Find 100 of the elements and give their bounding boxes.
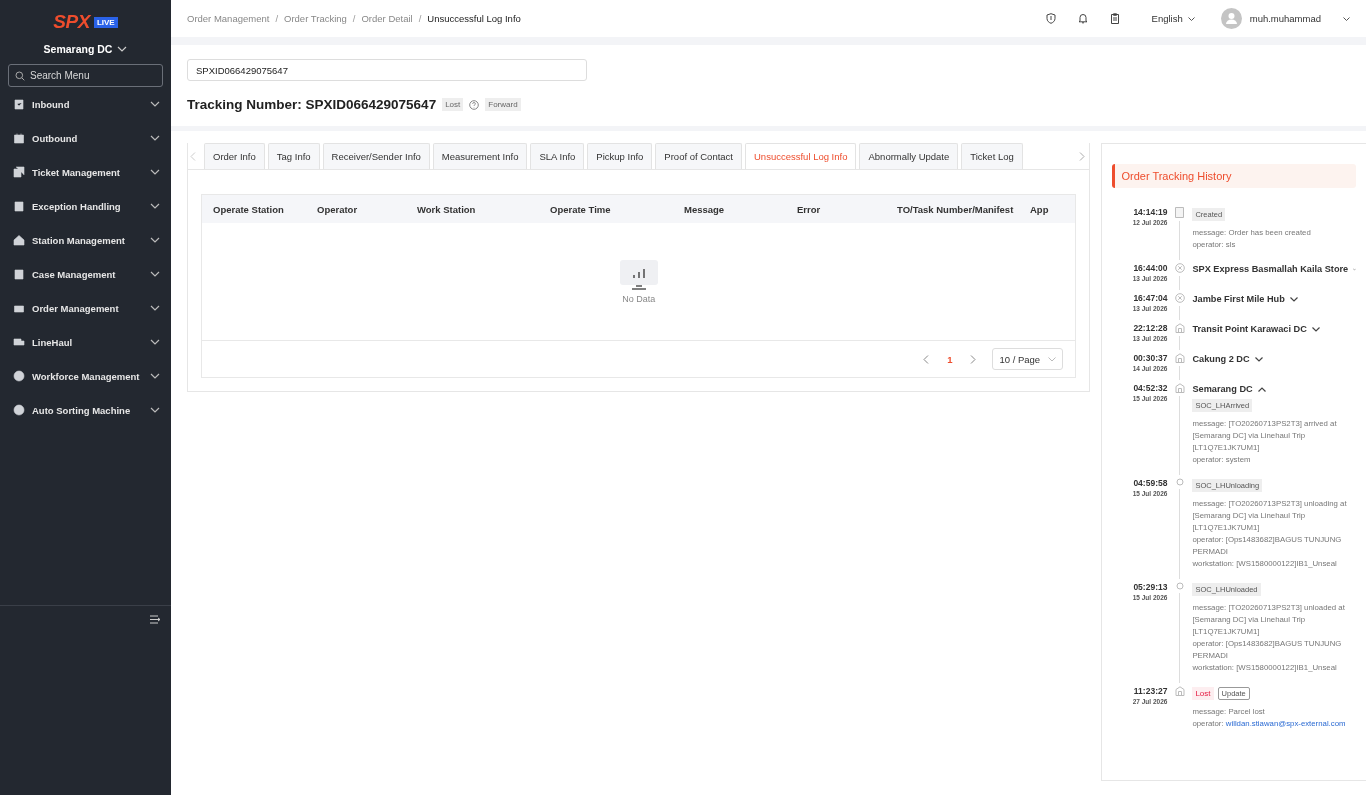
- tab[interactable]: Order Info: [204, 143, 265, 169]
- tab[interactable]: Ticket Log: [961, 143, 1023, 169]
- tab[interactable]: Proof of Contact: [655, 143, 742, 169]
- chevron-icon: [150, 169, 160, 175]
- tab[interactable]: Receiver/Sender Info: [322, 143, 430, 169]
- station-toggle[interactable]: Cakung 2 DC: [1192, 353, 1356, 365]
- chevron-icon: [150, 373, 160, 379]
- chevron-icon: [1254, 356, 1263, 362]
- chevron-icon: [150, 271, 160, 277]
- breadcrumb-link[interactable]: Order Detail: [361, 13, 413, 24]
- logo: SPX: [53, 11, 90, 33]
- event-time: 04:59:58: [1133, 478, 1168, 488]
- building-icon: [1174, 686, 1185, 696]
- station-toggle[interactable]: SPX Express Basmallah Kaila Store: [1192, 263, 1356, 275]
- chevron-right-icon[interactable]: [970, 354, 977, 364]
- column-header: Operate Time: [550, 203, 612, 215]
- live-badge: LIVE: [93, 16, 118, 28]
- building-icon: [1174, 383, 1185, 393]
- event-time: 16:47:04: [1133, 293, 1168, 303]
- chevron-icon: [150, 407, 160, 413]
- event-time: 00:30:37: [1133, 353, 1168, 363]
- avatar-icon[interactable]: [1220, 8, 1242, 29]
- menu-item[interactable]: Station Management: [0, 223, 171, 257]
- direction-tag: Forward: [485, 98, 521, 111]
- chevron-left-icon[interactable]: [923, 354, 930, 364]
- menu-item[interactable]: Case Management: [0, 257, 171, 291]
- menu-item[interactable]: Order Management: [0, 291, 171, 325]
- station-toggle[interactable]: Jambe First Mile Hub: [1192, 293, 1356, 305]
- cancel-icon: [1174, 263, 1185, 273]
- breadcrumb-link[interactable]: Order Tracking: [284, 13, 347, 24]
- event-time: 05:29:13: [1133, 582, 1168, 592]
- tab[interactable]: Measurement Info: [432, 143, 528, 169]
- column-header: Message: [684, 203, 726, 215]
- help-icon[interactable]: [469, 99, 480, 110]
- menu-item[interactable]: Exception Handling: [0, 189, 171, 223]
- station-toggle[interactable]: Semarang DC: [1192, 383, 1356, 395]
- breadcrumb-link[interactable]: Unsuccessful Log Info: [427, 13, 521, 24]
- event-time: 11:23:27: [1133, 686, 1168, 696]
- event-time: 14:14:19: [1133, 207, 1168, 217]
- column-header: Error: [797, 203, 822, 215]
- caret-icon[interactable]: [1343, 16, 1350, 21]
- menu-item[interactable]: Auto Sorting Machine: [0, 393, 171, 427]
- menu-item[interactable]: Ticket Management: [0, 155, 171, 189]
- tracking-number: Tracking Number: SPXID066429075647: [187, 97, 437, 112]
- column-header: TO/Task Number/Manifest: [897, 203, 1015, 215]
- column-header: Operator: [317, 203, 359, 215]
- caret-icon: [117, 46, 128, 52]
- status-tag: Lost: [442, 98, 464, 111]
- menu-item[interactable]: LineHaul: [0, 325, 171, 359]
- menu-item[interactable]: Inbound: [0, 87, 171, 121]
- search-icon: [15, 71, 25, 81]
- tab[interactable]: Abnormally Update: [859, 143, 959, 169]
- column-header: App: [1030, 203, 1050, 215]
- chevron-icon: [150, 305, 160, 311]
- breadcrumb-separator: /: [352, 13, 356, 24]
- building-icon: [1174, 353, 1185, 363]
- cancel-icon: [1174, 293, 1185, 303]
- tab[interactable]: Pickup Info: [587, 143, 653, 169]
- station-toggle[interactable]: Transit Point Karawaci DC: [1192, 323, 1356, 335]
- tab[interactable]: Unsuccessful Log Info: [745, 143, 857, 169]
- chevron-icon: [150, 101, 160, 107]
- event-time: 16:44:00: [1133, 263, 1168, 273]
- language-selector[interactable]: English: [1151, 13, 1195, 24]
- event-time: 04:52:32: [1133, 383, 1168, 393]
- tab[interactable]: SLA Info: [530, 143, 585, 169]
- chevron-icon: [1289, 296, 1298, 302]
- page-size-select[interactable]: 10 / Page: [992, 348, 1064, 370]
- caret-icon: [1187, 16, 1195, 21]
- empty-message: No Data: [622, 293, 656, 304]
- column-header: Work Station: [417, 203, 477, 215]
- menu-item[interactable]: Outbound: [0, 121, 171, 155]
- dot-icon: [1175, 478, 1184, 486]
- breadcrumb-link[interactable]: Order Management: [187, 13, 270, 24]
- menu-item[interactable]: Workforce Management: [0, 359, 171, 393]
- breadcrumb-separator: /: [275, 13, 278, 24]
- document-icon: [1175, 207, 1185, 218]
- caret-icon: [1048, 356, 1057, 362]
- shield-icon[interactable]: [1045, 13, 1056, 24]
- no-data-icon: [619, 259, 658, 290]
- panel-header: Order Tracking History: [1112, 164, 1356, 188]
- dot-icon: [1175, 582, 1184, 590]
- chevron-icon: [1311, 326, 1320, 332]
- tab[interactable]: Tag Info: [267, 143, 320, 169]
- chevron-icon: [150, 135, 160, 141]
- chevron-icon: [1257, 386, 1266, 392]
- event-time: 22:12:28: [1133, 323, 1168, 333]
- page-number[interactable]: 1: [941, 352, 959, 366]
- search-field[interactable]: Search Menu: [8, 64, 163, 87]
- user-menu[interactable]: muh.muhammad: [1249, 13, 1321, 24]
- bell-icon[interactable]: [1077, 13, 1088, 24]
- clipboard-icon[interactable]: [1109, 13, 1120, 24]
- column-header: Operate Station: [213, 203, 285, 215]
- building-icon: [1174, 323, 1185, 333]
- tracking-input[interactable]: SPXID066429075647: [187, 59, 587, 81]
- status-tag: Lost: [1192, 687, 1214, 700]
- chevron-icon: [150, 203, 160, 209]
- chevron-icon: [150, 339, 160, 345]
- station-selector[interactable]: Semarang DC: [37, 42, 134, 56]
- chevron-icon: [150, 237, 160, 243]
- breadcrumb-separator: /: [418, 13, 422, 24]
